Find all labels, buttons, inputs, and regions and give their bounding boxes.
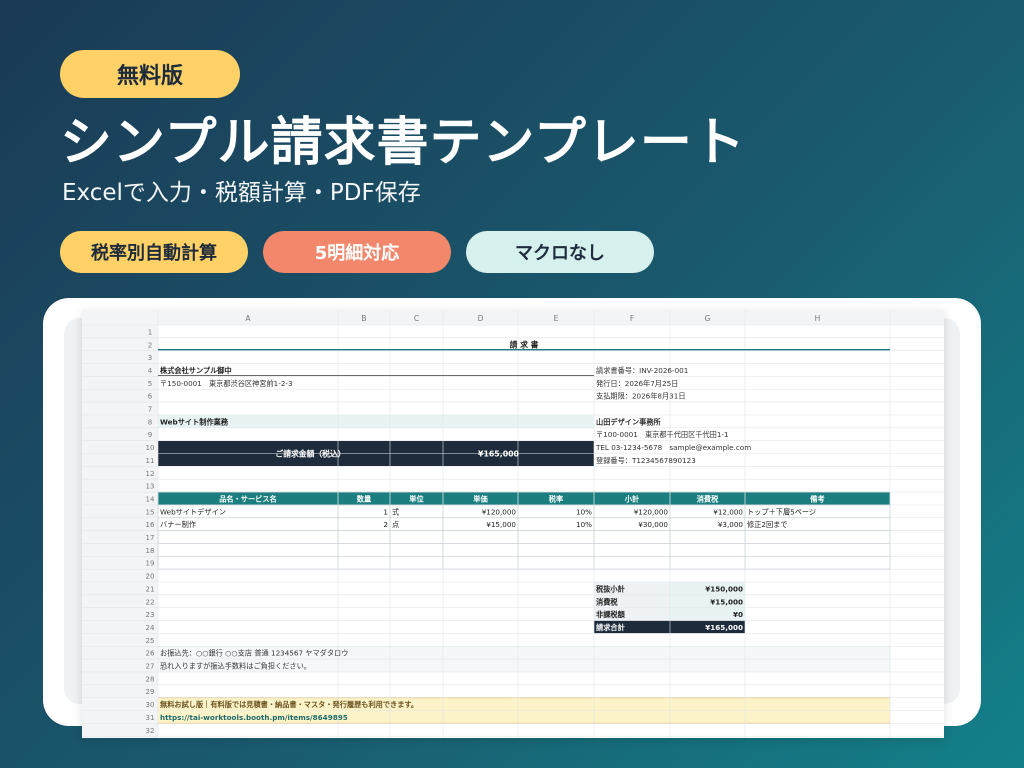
row-number-label: 5 [148,380,152,388]
client-address: 〒150-0001 東京都渋谷区神宮前1-2-3 [160,379,293,388]
row-number-label: 26 [146,650,155,658]
row-number-label: 9 [148,431,152,439]
row-number-label: 14 [146,495,155,503]
row-number-label: 31 [146,714,155,722]
column-header-label: F [630,314,634,323]
invoice-doc-title: 請 求 書 [510,339,539,349]
item-cell: バナー制作 [160,520,196,529]
feature-pill-line-items: 5明細対応 [263,231,451,273]
page-title: シンプル請求書テンプレート [60,113,746,173]
column-header-label: E [554,314,559,323]
row-number-label: 17 [146,534,155,542]
row-number-label: 18 [146,547,155,555]
issuer-line: 山田デザイン事務所 [596,417,662,426]
row-number-label: 8 [148,418,152,426]
row-number-label: 6 [148,393,153,401]
bank-info: お振込先：○○銀行 ○○支店 普通 1234567 ヤマダタロウ [160,649,348,658]
row-number-label: 3 [148,354,152,362]
summary-value: ¥15,000 [710,597,743,606]
table-header-cell: 数量 [357,494,372,503]
summary-label: 消費税 [596,597,618,606]
free-version-badge: 無料版 [60,50,240,98]
row-number-label: 7 [148,406,152,414]
row-number-label: 32 [146,727,155,735]
column-header-label: H [815,314,821,323]
summary-label: 税抜小計 [596,584,626,593]
spreadsheet-preview: A B C D E F G H 1 2 3 4 5 6 7 8 9 10 11 12 13 14 15 16 17 18 19 20 2… [82,310,944,738]
item-cell: ¥30,000 [638,520,668,529]
invoice-meta-line: 発行日：2026年7月25日 [596,379,678,388]
column-header-label: D [478,314,484,323]
item-cell: ¥12,000 [713,507,743,516]
item-cell: トップ＋下層5ページ [747,507,816,516]
table-header-cell: 単位 [409,494,424,503]
item-cell: 10% [576,507,592,516]
table-header-cell: 小計 [624,494,640,503]
item-cell: 修正2回まで [747,520,788,529]
table-header-cell: 消費税 [697,494,719,503]
item-cell: 1 [383,507,388,516]
invoice-meta-line: 請求書番号：INV-2026-001 [596,366,688,375]
column-header-label: B [361,314,366,323]
row-number-label: 24 [146,624,155,632]
column-header-label: A [245,314,251,323]
row-number-label: 28 [146,675,155,683]
item-cell: ¥3,000 [718,520,744,529]
row-number-label: 1 [148,328,152,336]
promo-url: https://tai-worktools.booth.pm/items/864… [160,713,348,722]
row-number-label: 25 [146,637,155,645]
table-header-cell: 品名・サービス名 [219,494,277,503]
item-cell: ¥120,000 [482,507,517,516]
row-number-label: 16 [146,521,155,529]
summary-label: 非課税額 [596,610,626,619]
invoice-meta-line: 支払期限：2026年8月31日 [596,392,686,401]
column-header-label: G [705,314,711,323]
summary-label: 請求合計 [596,623,626,632]
feature-pill-no-macro: マクロなし [466,231,654,273]
row-number-label: 19 [146,560,155,568]
item-cell: ¥15,000 [486,520,516,529]
row-number-label: 15 [146,508,155,516]
row-number-label: 10 [146,444,155,452]
item-cell: 式 [392,507,399,516]
row-number-label: 27 [146,663,155,671]
row-number-label: 13 [146,483,155,491]
bank-note: 恐れ入りますが振込手数料はご負担ください。 [160,662,311,671]
row-number-label: 29 [146,688,155,696]
total-value: ¥165,000 [478,450,520,459]
row-number-label: 2 [148,341,152,349]
item-cell: 2 [383,520,388,529]
feature-pill-tax-calc: 税率別自動計算 [60,231,248,273]
issuer-line: 登録番号：T1234567890123 [596,456,696,465]
row-number-label: 23 [146,611,155,619]
summary-value: ¥150,000 [705,584,743,593]
total-label: ご請求金額（税込） [275,449,345,459]
summary-value: ¥0 [733,610,743,619]
row-number-label: 30 [146,701,155,709]
issuer-line: 〒100-0001 東京都千代田区千代田1-1 [596,430,729,439]
page-subtitle: Excelで入力・税額計算・PDF保存 [62,180,421,206]
item-cell: ¥120,000 [634,507,669,516]
row-number-label: 11 [146,457,155,465]
table-header-cell: 単価 [473,494,487,503]
table-header-cell: 備考 [810,494,824,503]
spreadsheet-grid: A B C D E F G H12345678910111213141516171819202… [82,310,944,738]
summary-value: ¥165,000 [705,623,743,632]
row-number-label: 22 [146,598,155,606]
promo-line: 無料お試し版｜有料版では見積書・納品書・マスタ・発行履歴も利用できます。 [160,700,418,709]
table-header-cell: 税率 [549,494,563,503]
row-number-label: 12 [146,470,155,478]
row-number-label: 20 [146,573,155,581]
item-cell: 点 [392,520,399,529]
row-number-label: 21 [146,585,155,593]
item-cell: 10% [576,520,592,529]
column-header-label: C [414,314,419,323]
row-number-label: 4 [148,367,153,375]
issuer-line: TEL 03-1234-5678 sample@example.com [595,443,751,452]
subject-text: Webサイト制作業務 [160,417,229,426]
item-cell: Webサイトデザイン [160,507,226,516]
client-name: 株式会社サンプル御中 [160,366,232,375]
